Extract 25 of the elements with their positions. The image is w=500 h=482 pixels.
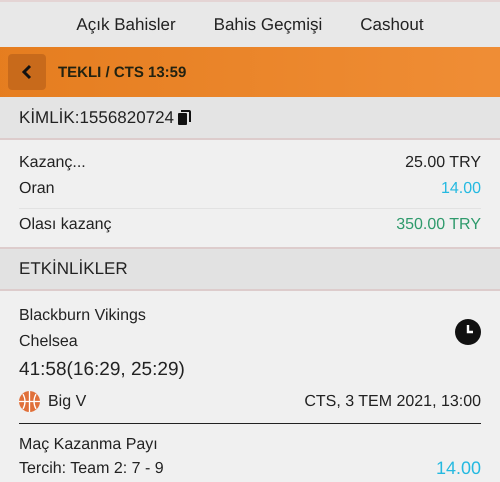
league-name: Big V: [48, 392, 86, 410]
summary-label: Kazanç...: [19, 154, 86, 172]
summary-label: Olası kazanç: [19, 216, 112, 234]
summary-value: 25.00 TRY: [405, 154, 481, 172]
back-icon: [20, 64, 34, 80]
tab[interactable]: Açık Bahisler: [76, 10, 176, 38]
selection: Tercih: Team 2: 7 - 9: [19, 460, 164, 478]
match-date: CTS, 3 TEM 2021, 13:00: [304, 392, 481, 410]
tab[interactable]: Cashout: [360, 10, 424, 38]
bet-id: KİMLİK:1556820724: [19, 108, 174, 128]
back-button[interactable]: [8, 54, 46, 90]
clock-icon: [455, 319, 481, 345]
summary-label: Oran: [19, 180, 55, 198]
summary-value: 350.00 TRY: [396, 216, 481, 234]
team-name: Chelsea: [19, 333, 79, 351]
match-score: 41:58(16:29, 25:29): [19, 359, 186, 381]
team-name: Blackburn Vikings: [19, 307, 146, 325]
odds-value: 14.00: [436, 458, 481, 479]
bet-title: TEKLI / CTS 13:59: [58, 64, 186, 80]
summary-value: 14.00: [440, 180, 481, 198]
section-heading: ETKİNLİKLER: [19, 259, 128, 279]
market-name: Maç Kazanma Payı: [19, 436, 159, 454]
basketball-icon: [19, 391, 40, 412]
copy-icon[interactable]: [178, 110, 192, 125]
tab[interactable]: Bahis Geçmişi: [214, 10, 322, 38]
